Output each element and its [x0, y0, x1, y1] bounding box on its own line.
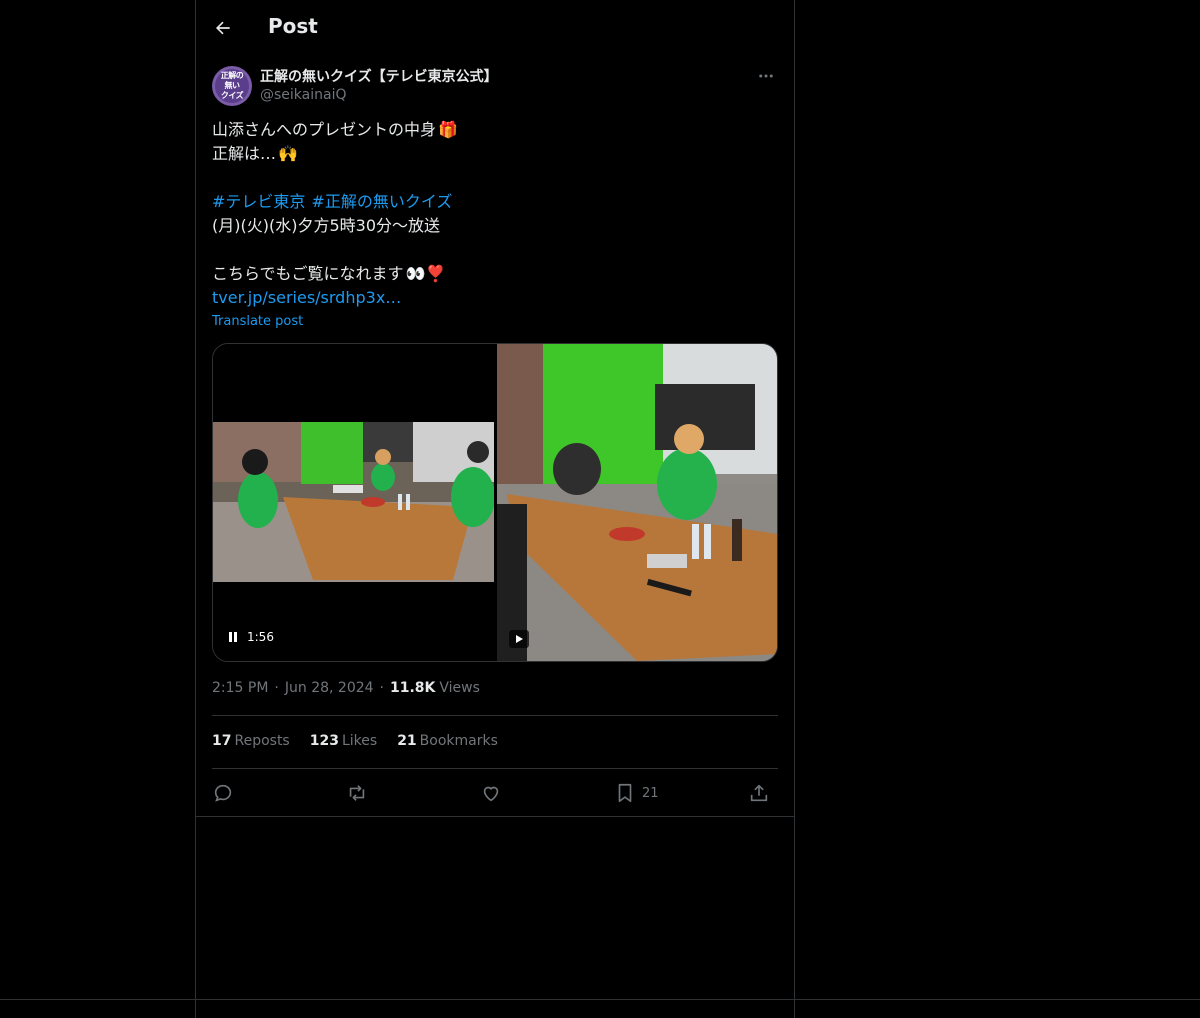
share-button[interactable]: [748, 780, 770, 806]
like-icon: [483, 786, 499, 802]
post-text: 山添さんへのプレゼントの中身 🎁 正解は… 🙌 #テレビ東京 #正解の無いクイズ…: [212, 118, 780, 310]
views-label: Views: [439, 680, 480, 696]
top-bar: Post: [196, 0, 794, 54]
video-frame: [213, 422, 494, 582]
meta-separator: ·: [379, 680, 384, 696]
meta-separator: ·: [274, 680, 279, 696]
more-icon: [759, 74, 773, 78]
like-button[interactable]: [480, 780, 502, 806]
engagement-stats: 17 Reposts 123 Likes 21 Bookmarks: [212, 733, 498, 749]
more-button[interactable]: [752, 64, 780, 88]
avatar-logo-line: 正解の: [220, 71, 244, 80]
bookmark-count: 21: [642, 785, 659, 801]
reposts-count: 17: [212, 733, 232, 749]
video-thumbnail-right: [497, 344, 777, 661]
likes-stat[interactable]: 123 Likes: [310, 733, 377, 749]
external-link[interactable]: tver.jp/series/srdhp3x…: [212, 286, 401, 310]
author-display-name[interactable]: 正解の無いクイズ【テレビ東京公式】: [260, 66, 498, 86]
avatar[interactable]: 正解の 無い クイズ: [212, 66, 252, 106]
video-player-left[interactable]: 1:56: [213, 344, 496, 661]
reply-button[interactable]: [212, 780, 234, 806]
pause-icon: [229, 632, 237, 642]
video-player-right[interactable]: [497, 344, 777, 661]
views-count: 11.8K: [390, 680, 436, 696]
divider: [196, 816, 794, 817]
reply-icon: [214, 784, 232, 802]
reposts-label: Reposts: [234, 733, 290, 749]
divider: [212, 768, 778, 769]
post-line-text: 正解は…: [212, 144, 277, 163]
bookmarks-count: 21: [397, 733, 417, 749]
bookmark-button[interactable]: 21: [614, 780, 659, 806]
raised-hands-emoji: 🙌: [278, 144, 298, 163]
repost-button[interactable]: [346, 780, 368, 806]
translate-post-link[interactable]: Translate post: [212, 314, 303, 329]
post-line-text: (月)(火)(水)夕方5時30分〜放送: [212, 216, 440, 235]
post-metadata: 2:15 PM · Jun 28, 2024 · 11.8K Views: [212, 680, 480, 696]
post-time[interactable]: 2:15 PM: [212, 680, 268, 696]
likes-count: 123: [309, 733, 339, 749]
back-button[interactable]: [206, 11, 240, 45]
divider: [212, 715, 778, 716]
post-line-text: こちらでもご覧になれます: [212, 264, 404, 283]
video-thumbnail-left: [213, 422, 494, 582]
gift-emoji: 🎁: [438, 120, 458, 139]
avatar-logo: 正解の 無い クイズ: [215, 69, 249, 103]
post-date[interactable]: Jun 28, 2024: [285, 680, 374, 696]
play-button[interactable]: [509, 630, 529, 648]
avatar-logo-line: 無い: [224, 81, 241, 90]
author-row: 正解の 無い クイズ 正解の無いクイズ【テレビ東京公式】 @seikainaiQ: [212, 64, 780, 108]
post-line-text: 山添さんへのプレゼントの中身: [212, 120, 437, 139]
eyes-emoji: 👀❣️: [405, 264, 446, 283]
share-icon: [750, 784, 768, 802]
divider: [0, 999, 1200, 1000]
avatar-logo-line: クイズ: [220, 91, 244, 100]
bookmarks-label: Bookmarks: [419, 733, 498, 749]
reposts-stat[interactable]: 17 Reposts: [212, 733, 290, 749]
post-line: こちらでもご覧になれます 👀❣️: [212, 262, 780, 286]
repost-icon: [349, 785, 365, 801]
page-title: Post: [268, 14, 318, 38]
media-grid: 1:56: [212, 343, 778, 662]
author-handle[interactable]: @seikainaiQ: [260, 87, 347, 103]
likes-label: Likes: [341, 733, 378, 749]
video-duration: 1:56: [247, 630, 274, 644]
play-icon: [516, 635, 523, 643]
post-line: (月)(火)(水)夕方5時30分〜放送: [212, 214, 780, 238]
main-column: Post 正解の 無い クイズ 正解の無いクイズ【テレビ東京公式】 @seika…: [195, 0, 795, 1018]
post-line: #テレビ東京 #正解の無いクイズ: [212, 190, 780, 214]
back-arrow-icon: [216, 21, 230, 35]
pause-button[interactable]: 1:56: [227, 630, 274, 644]
post-line: tver.jp/series/srdhp3x…: [212, 286, 780, 310]
post-line: 正解は… 🙌: [212, 142, 780, 166]
bookmarks-stat[interactable]: 21 Bookmarks: [397, 733, 498, 749]
action-bar: 21: [212, 780, 778, 806]
hashtag-link[interactable]: #正解の無いクイズ: [311, 190, 452, 214]
bookmark-icon: [618, 783, 632, 803]
hashtag-link[interactable]: #テレビ東京: [212, 190, 305, 214]
post-line: 山添さんへのプレゼントの中身 🎁: [212, 118, 780, 142]
